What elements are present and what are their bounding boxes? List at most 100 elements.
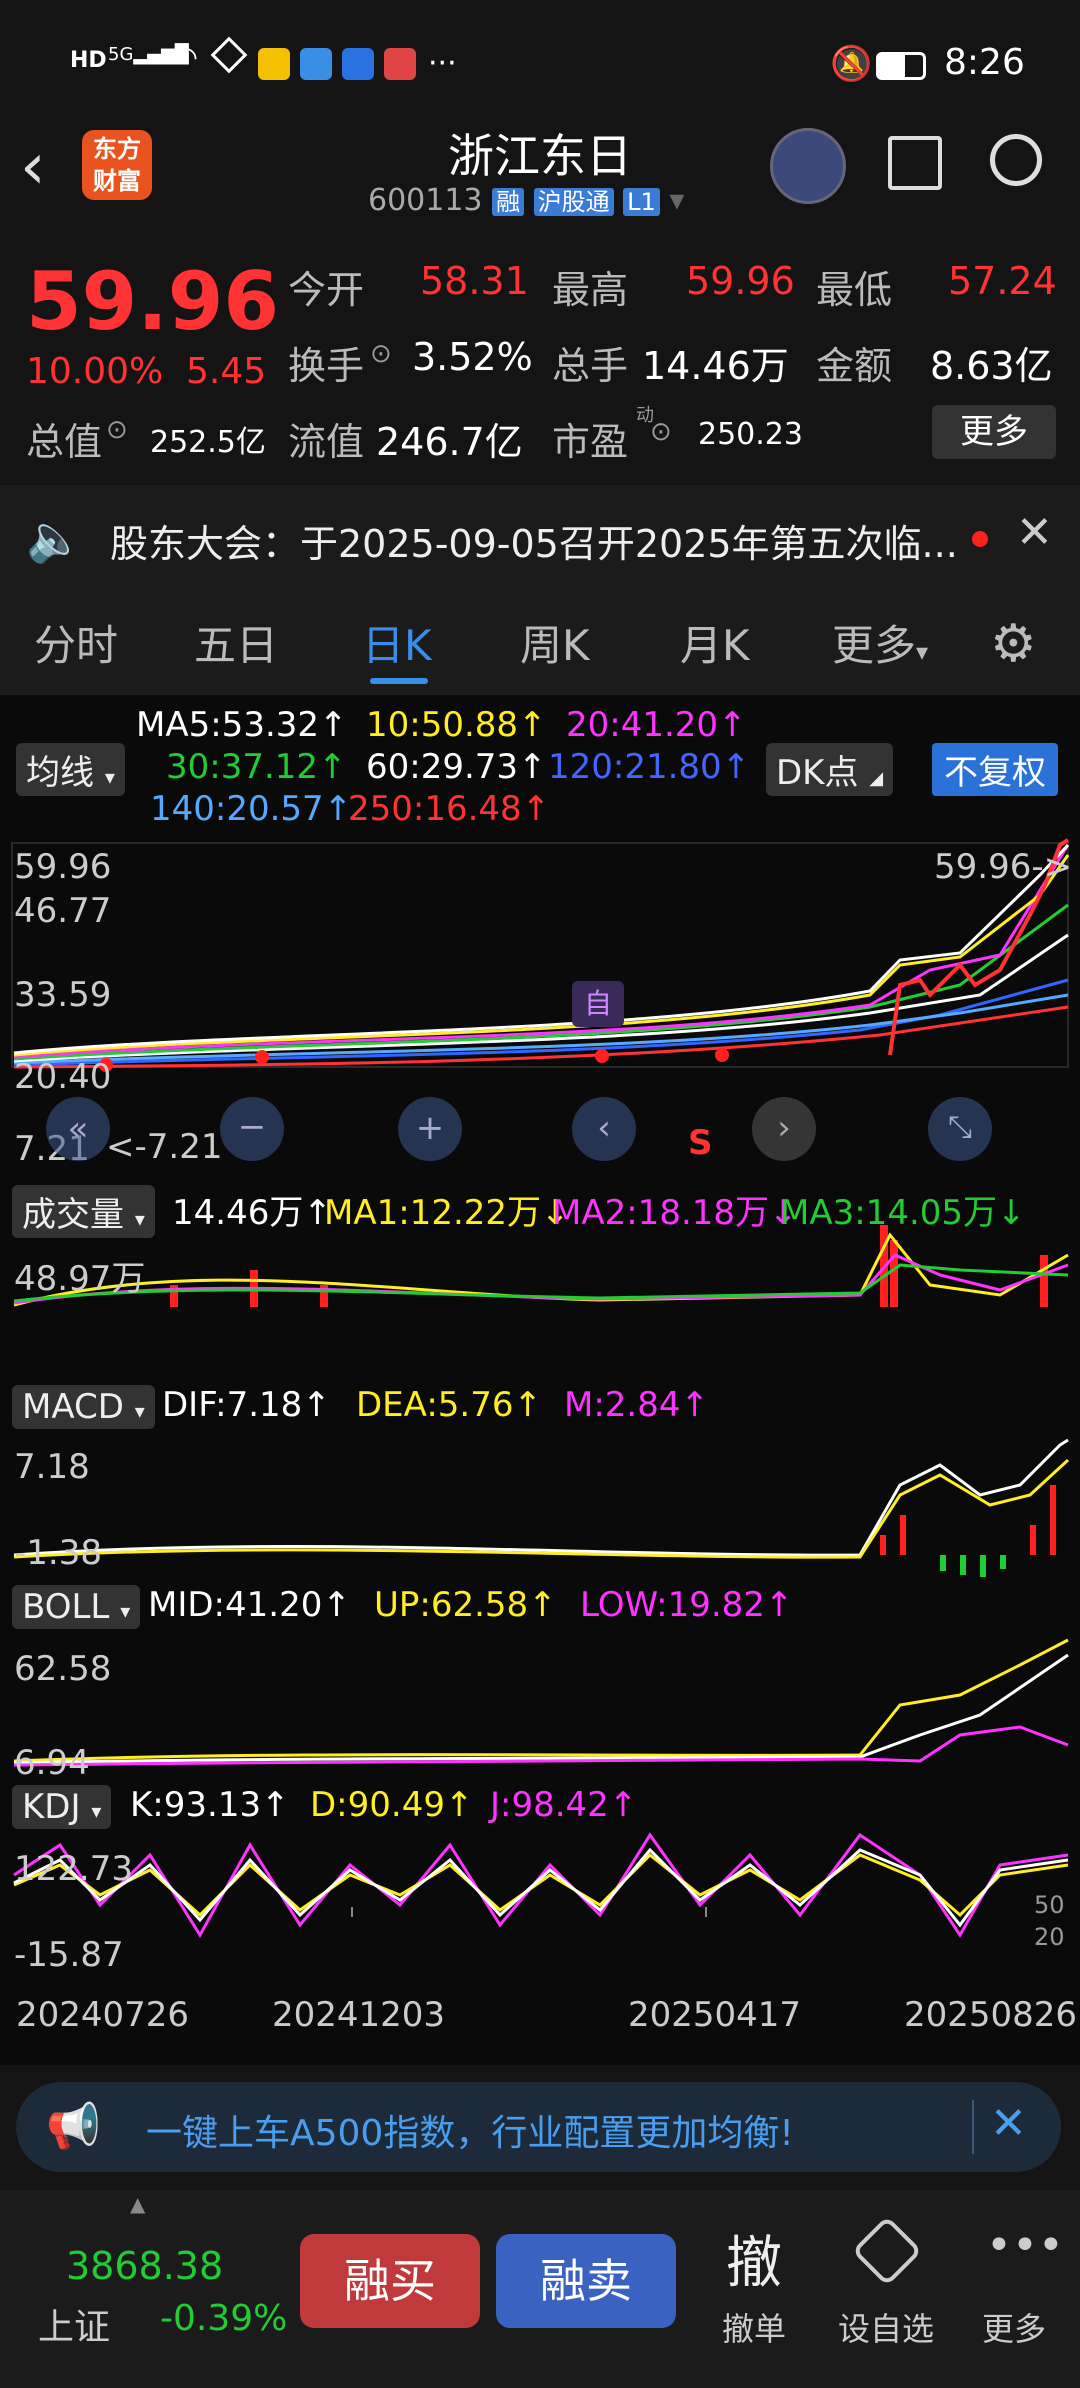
change-amount: 5.45 [186, 351, 267, 392]
current-price: 59.96 [26, 255, 280, 348]
kline-y-4: 20.40 [14, 1057, 112, 1097]
low-value: 57.24 [948, 259, 1057, 303]
date-label: 20241203 [272, 1995, 446, 2035]
macd-selector[interactable]: MACD ▾ [12, 1385, 155, 1429]
more-dots-icon[interactable]: ••• [986, 2220, 1064, 2271]
scroll-right-icon[interactable]: › [752, 1097, 816, 1161]
app-icon [384, 48, 416, 80]
chevron-down-icon[interactable]: ▾ [669, 183, 684, 218]
more-button[interactable]: 更多 [932, 405, 1056, 459]
kdj-selector[interactable]: KDJ ▾ [12, 1785, 112, 1829]
index-value[interactable]: 3868.38 [66, 2244, 223, 2288]
wifi-icon: ◠ [172, 40, 199, 75]
margin-tag: 融 [492, 188, 525, 216]
index-percent: -0.39% [160, 2298, 288, 2339]
chart-area[interactable]: MA5:53.32↑ 10:50.88↑ 20:41.20↑ 均线 ▾ 30:3… [0, 695, 1080, 2065]
kdj-j: J:98.42↑ [490, 1785, 638, 1825]
low-label: 最低 [816, 268, 893, 312]
volume-y-top: 48.97万 [14, 1259, 146, 1299]
battery-icon [876, 52, 926, 80]
vol-ma1: MA1:12.22万↓ [324, 1193, 570, 1233]
boll-y-top: 62.58 [14, 1649, 112, 1689]
high-price-marker: 59.96-> [934, 847, 1073, 887]
amount-label: 金额 [816, 344, 893, 388]
divider [972, 2100, 974, 2154]
high-value: 59.96 [686, 259, 795, 303]
volume-value: 14.46万 [642, 344, 789, 388]
pe-label: 市盈 [552, 420, 629, 464]
info-icon[interactable]: ⊙ [650, 417, 672, 447]
l1-tag: L1 [623, 188, 660, 216]
margin-sell-button[interactable]: 融卖 [496, 2234, 676, 2328]
scroll-to-start-icon[interactable]: « [46, 1097, 110, 1161]
info-icon[interactable]: ⊙ [370, 339, 392, 369]
tab-indicator [370, 678, 428, 684]
unread-dot [972, 531, 988, 547]
boll-selector[interactable]: BOLL ▾ [12, 1585, 141, 1629]
browser-icon [300, 48, 332, 80]
more-label[interactable]: 更多 [982, 2304, 1046, 2350]
notice-bar[interactable]: 🔈 股东大会：于2025-09-05召开2025年第五次临... ✕ [0, 485, 1080, 590]
settings-gear-icon[interactable]: ⚙ [990, 614, 1037, 674]
status-bar: HD 5G▂▄▆█ ◠ ··· 🔕 8:26 [0, 0, 1080, 120]
fullscreen-icon[interactable]: ⤡ [928, 1097, 992, 1161]
app-logo[interactable]: 东方 财富 [82, 130, 152, 200]
date-label: 20250417 [628, 1995, 802, 2035]
robot-assistant-icon[interactable] [770, 128, 846, 204]
kline-y-2: 46.77 [14, 891, 112, 931]
volume-selector[interactable]: 成交量 ▾ [12, 1185, 155, 1238]
close-icon[interactable]: ✕ [990, 2098, 1027, 2149]
macd-y-top: 7.18 [14, 1447, 90, 1487]
kdj-ref-50: 50 [1034, 1891, 1065, 1919]
promo-banner[interactable]: 📢 一键上车A500指数，行业配置更加均衡! ✕ [16, 2082, 1061, 2172]
stock-name: 浙江东日 [448, 129, 632, 183]
float-label: 流值 [288, 420, 365, 464]
tab-five-day[interactable]: 五日 [194, 612, 278, 673]
share-icon[interactable] [888, 136, 942, 190]
add-watchlist-icon[interactable] [851, 2215, 923, 2287]
back-icon[interactable]: ‹ [20, 130, 46, 204]
turnover-value: 3.52% [412, 335, 533, 379]
volume-value: 14.46万↑ [172, 1193, 332, 1233]
close-icon[interactable]: ✕ [1016, 507, 1053, 558]
index-name: 上证 [38, 2307, 111, 2348]
mute-icon: 🔕 [830, 44, 873, 84]
open-value: 58.31 [420, 259, 529, 303]
tab-daily[interactable]: 日K [362, 612, 432, 673]
vol-ma3: MA3:14.05万↓ [780, 1193, 1026, 1233]
margin-buy-button[interactable]: 融买 [300, 2234, 480, 2328]
tab-weekly[interactable]: 周K [520, 612, 590, 673]
hgt-tag: 沪股通 [533, 188, 614, 216]
weibo-icon [258, 48, 290, 80]
tab-intraday[interactable]: 分时 [34, 612, 118, 673]
speaker-icon: 🔈 [26, 511, 84, 565]
zoom-in-icon[interactable]: + [398, 1097, 462, 1161]
macd-m: M:2.84↑ [564, 1385, 709, 1425]
kdj-d: D:90.49↑ [310, 1785, 474, 1825]
cancel-order-icon[interactable]: 撤 [726, 2218, 782, 2299]
float-value: 246.7亿 [376, 420, 523, 464]
info-icon[interactable]: ⊙ [106, 415, 128, 445]
mcap-label: 总值 [26, 420, 103, 464]
stock-code-row: 600113 融 沪股通 L1 ▾ [368, 182, 684, 218]
tab-more[interactable]: 更多▾ [832, 612, 928, 673]
date-label: 20240726 [16, 1995, 190, 2035]
amount-value: 8.63亿 [930, 344, 1053, 388]
cancel-order-label[interactable]: 撤单 [722, 2304, 786, 2350]
scroll-left-icon[interactable]: ‹ [572, 1097, 636, 1161]
quote-panel: 59.96 10.00% 5.45 总值 ⊙ 252.5亿 今开 58.31 最… [0, 235, 1080, 485]
vol-ma2: MA2:18.18万↓ [552, 1193, 798, 1233]
search-icon[interactable] [990, 134, 1042, 186]
chevron-up-icon[interactable]: ▲ [130, 2192, 145, 2216]
self-select-marker[interactable]: 自 [572, 981, 624, 1027]
chart-svg[interactable] [0, 695, 1080, 2065]
boll-low: LOW:19.82↑ [580, 1585, 794, 1625]
kdj-y-bottom: -15.87 [14, 1935, 124, 1975]
boll-up: UP:62.58↑ [374, 1585, 557, 1625]
tab-monthly[interactable]: 月K [680, 612, 750, 673]
more-notifications-icon: ··· [428, 46, 457, 81]
zoom-out-icon[interactable]: − [220, 1097, 284, 1161]
kline-y-top: 59.96 [14, 847, 112, 887]
hd-icon: HD [70, 48, 107, 73]
add-watchlist-label[interactable]: 设自选 [838, 2304, 934, 2350]
